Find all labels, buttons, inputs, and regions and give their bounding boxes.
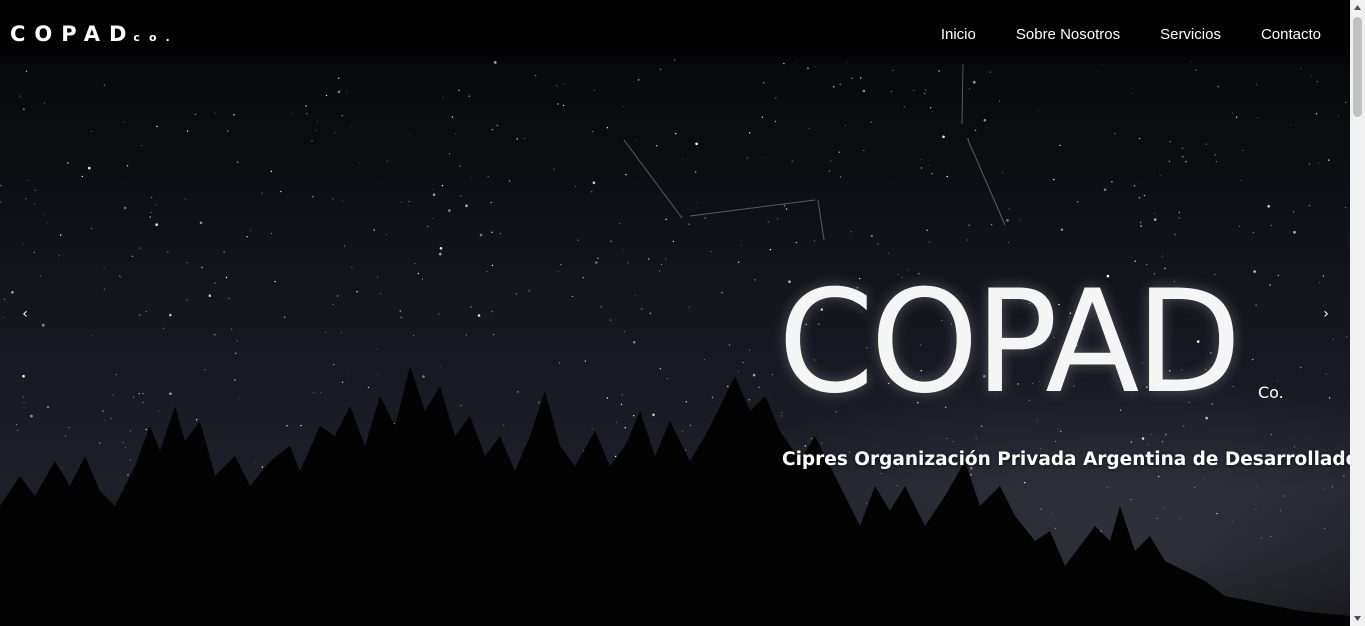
hero-subtitle: Cipres Organización Privada Argentina de… [782, 449, 1350, 470]
nav-link-inicio[interactable]: Inicio [941, 26, 976, 43]
chevron-right-icon: › [1323, 306, 1329, 322]
hero-title-suffix: Co. [1257, 383, 1284, 402]
scroll-down-arrow-icon[interactable] [1350, 611, 1365, 626]
hero-title-main: COPAD [778, 260, 1242, 425]
carousel-next-button[interactable]: › [1318, 302, 1334, 326]
page: COPAD co. Inicio Sobre Nosotros Servicio… [0, 0, 1350, 626]
brand-name: COPAD [10, 22, 136, 46]
nav-link-contacto[interactable]: Contacto [1261, 26, 1321, 43]
brand-logo-link[interactable]: COPAD co. [10, 22, 179, 46]
scrollbar-thumb[interactable] [1353, 17, 1362, 117]
vertical-scrollbar[interactable] [1350, 0, 1365, 626]
scroll-up-arrow-icon[interactable] [1350, 0, 1365, 15]
nav-link-sobre-nosotros[interactable]: Sobre Nosotros [1016, 26, 1120, 43]
brand-suffix: co. [133, 31, 179, 44]
nav-link-servicios[interactable]: Servicios [1160, 26, 1221, 43]
nav-links: Inicio Sobre Nosotros Servicios Contacto [941, 26, 1321, 43]
navbar: COPAD co. Inicio Sobre Nosotros Servicio… [0, 0, 1350, 68]
chevron-left-icon: ‹ [22, 306, 28, 322]
hero-title: COPAD Co. [778, 272, 1284, 414]
carousel-prev-button[interactable]: ‹ [17, 302, 33, 326]
